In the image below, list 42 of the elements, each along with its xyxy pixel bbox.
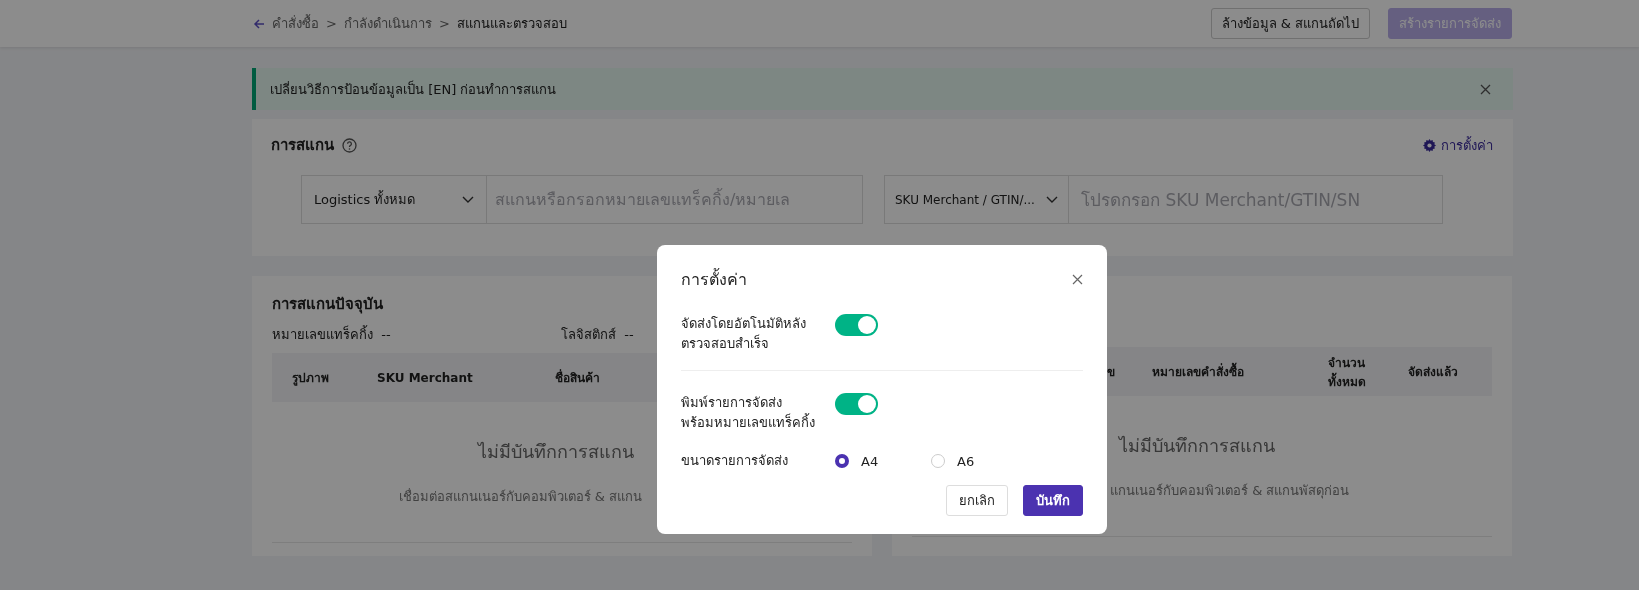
filter-dropdown[interactable]: Logistics ทั้งหมด xyxy=(301,175,487,224)
empty-state-title: ไม่มีบันทึกการสแกน xyxy=(478,440,634,464)
info-text: โลจิสติกส์ -- xyxy=(561,326,634,344)
close-icon[interactable] xyxy=(1480,83,1491,95)
back-arrow-icon[interactable] xyxy=(253,17,265,30)
radio-label[interactable]: A4 xyxy=(861,453,879,469)
column-header: รูปภาพ xyxy=(292,370,330,387)
empty-state-hint: เชื่อมต่อสแกนเนอร์กับคอมพิวเตอร์ & สแกน xyxy=(398,487,642,506)
column-header: ชื่อสินค้า xyxy=(555,368,601,387)
setting-label: จัดส่งโดยอัตโนมัติหลัง ตรวจสอบสำเร็จ xyxy=(681,315,807,353)
filter-dropdown[interactable]: SKU Merchant / GTIN/... xyxy=(884,175,1069,224)
toggle-switch[interactable] xyxy=(835,314,878,336)
chevron-down-icon xyxy=(1046,195,1058,204)
column-header: จำนวน ทั้งหมด xyxy=(1328,354,1367,391)
breadcrumb-separator: > xyxy=(438,16,450,31)
alert-message: เปลี่ยนวิธีการป้อนข้อมูลเป็น [EN] ก่อนทำการสแกน xyxy=(270,79,557,100)
radio-button[interactable] xyxy=(835,454,849,468)
radio-label[interactable]: A6 xyxy=(957,453,975,469)
section-title: การสแกน xyxy=(271,135,334,156)
chevron-down-icon xyxy=(462,195,474,204)
column-header: หมายเลขคำสั่งซื้อ xyxy=(1152,362,1328,381)
empty-state-hint: แกนเนอร์กับคอมพิวเตอร์ & สแกนพัสดุก่อน xyxy=(1110,482,1350,501)
settings-icon[interactable] xyxy=(1423,138,1436,152)
cancel-button[interactable]: ยกเลิก xyxy=(946,485,1008,516)
toggle-switch[interactable] xyxy=(835,393,878,415)
clear-and-next-button[interactable]: ล้างข้อมูล & สแกนถัดไป xyxy=(1210,8,1370,39)
column-header: ข xyxy=(1107,364,1116,381)
help-icon[interactable] xyxy=(342,137,357,153)
close-icon[interactable] xyxy=(1072,274,1083,285)
dialog-title: การตั้งค่า xyxy=(681,267,747,291)
breadcrumb-separator: > xyxy=(326,16,337,31)
column-header: SKU Merchant xyxy=(377,370,474,385)
section-title: การสแกนปัจจุบัน xyxy=(272,294,384,316)
info-text: หมายเลขแทร็คกิ้ง -- xyxy=(272,324,391,344)
save-button[interactable]: บันทึก xyxy=(1023,485,1083,516)
setting-label: พิมพ์รายการจัดส่ง พร้อมหมายเลขแทร็คกิ้ง xyxy=(681,394,816,432)
column-header: จัดส่งแล้ว xyxy=(1408,364,1459,381)
setting-label: ขนาดรายการจัดส่ง xyxy=(681,452,789,470)
empty-state-title: ไม่มีบันทึกการสแกน xyxy=(1119,434,1275,458)
settings-link[interactable]: การตั้งค่า xyxy=(1441,134,1493,156)
breadcrumb-link[interactable]: กำลังดำเนินการ xyxy=(343,13,432,34)
breadcrumb-link[interactable]: คำสั่งซื้อ xyxy=(272,13,319,34)
